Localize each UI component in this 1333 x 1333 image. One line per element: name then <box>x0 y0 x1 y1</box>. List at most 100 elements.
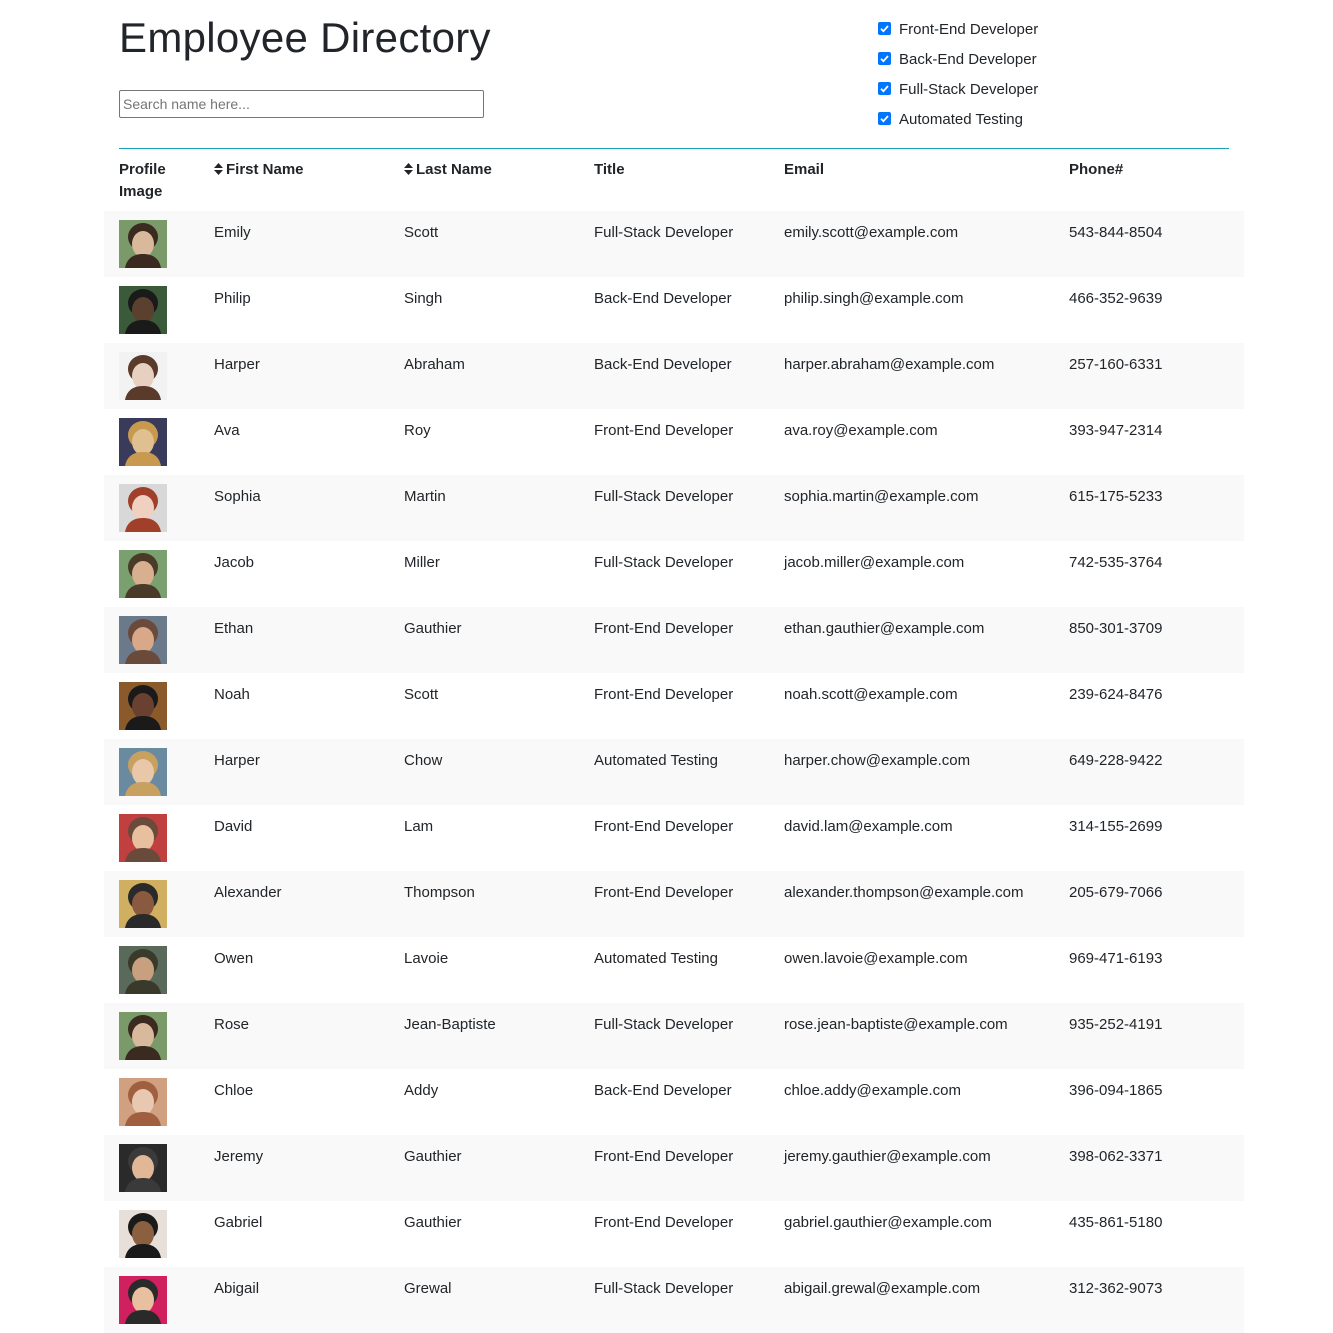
cell-email: emily.scott@example.com <box>784 224 959 241</box>
filter-label: Front-End Developer <box>899 20 1039 38</box>
cell-email: owen.lavoie@example.com <box>784 950 968 967</box>
filter-label: Automated Testing <box>899 110 1023 128</box>
avatar <box>119 286 167 334</box>
cell-email: abigail.grewal@example.com <box>784 1280 981 1297</box>
cell-email: harper.chow@example.com <box>784 752 971 769</box>
table-row: Jacob Miller Full-Stack Developer jacob.mil… <box>104 541 1244 607</box>
cell-last-name: Singh <box>404 290 443 307</box>
cell-last-name: Gauthier <box>404 1214 462 1231</box>
table-row: Jeremy Gauthier Front-End Developer jeremy.… <box>104 1135 1244 1201</box>
cell-email: jeremy.gauthier@example.com <box>784 1148 991 1165</box>
cell-email: philip.singh@example.com <box>784 290 964 307</box>
cell-first-name: Chloe <box>214 1082 254 1099</box>
avatar <box>119 418 167 466</box>
cell-last-name: Scott <box>404 224 439 241</box>
filter-front-end[interactable]: Front-End Developer <box>878 14 1038 44</box>
cell-title: Automated Testing <box>594 752 718 769</box>
cell-phone: 398-062-3371 <box>1069 1148 1163 1165</box>
cell-first-name: Noah <box>214 686 250 703</box>
cell-last-name: Gauthier <box>404 620 462 637</box>
cell-phone: 649-228-9422 <box>1069 752 1163 769</box>
sort-icon[interactable] <box>214 162 223 175</box>
cell-title: Back-End Developer <box>594 1082 732 1099</box>
cell-title: Front-End Developer <box>594 1214 734 1231</box>
cell-title: Front-End Developer <box>594 422 734 439</box>
avatar <box>119 550 167 598</box>
filter-automated-testing[interactable]: Automated Testing <box>878 104 1038 134</box>
avatar <box>119 1078 167 1126</box>
cell-title: Front-End Developer <box>594 884 734 901</box>
cell-phone: 435-861-5180 <box>1069 1214 1163 1231</box>
cell-email: noah.scott@example.com <box>784 686 958 703</box>
cell-title: Automated Testing <box>594 950 718 967</box>
column-header-email: Email <box>784 161 825 178</box>
filter-full-stack[interactable]: Full-Stack Developer <box>878 74 1038 104</box>
cell-first-name: David <box>214 818 253 835</box>
table-row: Owen Lavoie Automated Testing owen.lavoie@e… <box>104 937 1244 1003</box>
cell-email: chloe.addy@example.com <box>784 1082 961 1099</box>
page-title: Employee Directory <box>119 14 491 61</box>
table-row: Gabriel Gauthier Front-End Developer gabrie… <box>104 1201 1244 1267</box>
cell-email: jacob.miller@example.com <box>784 554 965 571</box>
table-row: Abigail Grewal Full-Stack Developer abigail… <box>104 1267 1244 1333</box>
table-row: Chloe Addy Back-End Developer chloe.addy@ex… <box>104 1069 1244 1135</box>
cell-first-name: Emily <box>214 224 251 241</box>
cell-email: gabriel.gauthier@example.com <box>784 1214 992 1231</box>
search-input[interactable] <box>119 90 484 118</box>
cell-email: ethan.gauthier@example.com <box>784 620 985 637</box>
cell-title: Full-Stack Developer <box>594 554 734 571</box>
cell-first-name: Owen <box>214 950 254 967</box>
cell-last-name: Gauthier <box>404 1148 462 1165</box>
filter-back-end[interactable]: Back-End Developer <box>878 44 1038 74</box>
cell-last-name: Chow <box>404 752 443 769</box>
avatar <box>119 1012 167 1060</box>
avatar <box>119 616 167 664</box>
cell-phone: 935-252-4191 <box>1069 1016 1163 1033</box>
cell-first-name: Sophia <box>214 488 261 505</box>
cell-email: alexander.thompson@example.com <box>784 884 1024 901</box>
checkbox-checked-icon[interactable] <box>878 111 891 125</box>
avatar <box>119 220 167 268</box>
cell-first-name: Jacob <box>214 554 255 571</box>
avatar <box>119 946 167 994</box>
column-header-title: Title <box>594 161 625 178</box>
cell-title: Full-Stack Developer <box>594 1280 734 1297</box>
cell-last-name: Miller <box>404 554 440 571</box>
filter-label: Full-Stack Developer <box>899 80 1039 98</box>
cell-title: Full-Stack Developer <box>594 224 734 241</box>
table-row: Harper Chow Automated Testing harper.chow@e… <box>104 739 1244 805</box>
employee-directory-page: Employee Directory Front-End Developer B… <box>0 0 1333 1333</box>
cell-first-name: Jeremy <box>214 1148 264 1165</box>
cell-title: Front-End Developer <box>594 620 734 637</box>
cell-title: Full-Stack Developer <box>594 488 734 505</box>
table-row: Noah Scott Front-End Developer noah.scott@e… <box>104 673 1244 739</box>
cell-first-name: Rose <box>214 1016 250 1033</box>
table-row: Emily Scott Full-Stack Developer emily.scot… <box>104 211 1244 277</box>
cell-phone: 393-947-2314 <box>1069 422 1163 439</box>
cell-email: sophia.martin@example.com <box>784 488 979 505</box>
table-row: Ava Roy Front-End Developer ava.roy@example… <box>104 409 1244 475</box>
cell-phone: 466-352-9639 <box>1069 290 1163 307</box>
cell-email: rose.jean-baptiste@example.com <box>784 1016 1008 1033</box>
table-row: Philip Singh Back-End Developer philip.sing… <box>104 277 1244 343</box>
checkbox-checked-icon[interactable] <box>878 21 891 35</box>
cell-title: Front-End Developer <box>594 686 734 703</box>
table-header: Profile Image First Name Last Name Title… <box>104 158 1244 211</box>
checkbox-checked-icon[interactable] <box>878 81 891 95</box>
cell-last-name: Martin <box>404 488 446 505</box>
cell-first-name: Ethan <box>214 620 254 637</box>
cell-title: Front-End Developer <box>594 1148 734 1165</box>
table-row: Ethan Gauthier Front-End Developer ethan.ga… <box>104 607 1244 673</box>
cell-first-name: Harper <box>214 356 260 373</box>
table-row: Harper Abraham Back-End Developer harper.ab… <box>104 343 1244 409</box>
table-row: Alexander Thompson Front-End Developer alex… <box>104 871 1244 937</box>
column-header-last-name[interactable]: Last Name <box>404 159 492 181</box>
sort-icon[interactable] <box>404 162 413 175</box>
cell-email: david.lam@example.com <box>784 818 953 835</box>
cell-first-name: Harper <box>214 752 260 769</box>
column-header-first-name[interactable]: First Name <box>214 159 304 181</box>
title-filter-group: Front-End Developer Back-End Developer F… <box>878 14 1038 134</box>
avatar <box>119 682 167 730</box>
cell-title: Full-Stack Developer <box>594 1016 734 1033</box>
checkbox-checked-icon[interactable] <box>878 51 891 65</box>
